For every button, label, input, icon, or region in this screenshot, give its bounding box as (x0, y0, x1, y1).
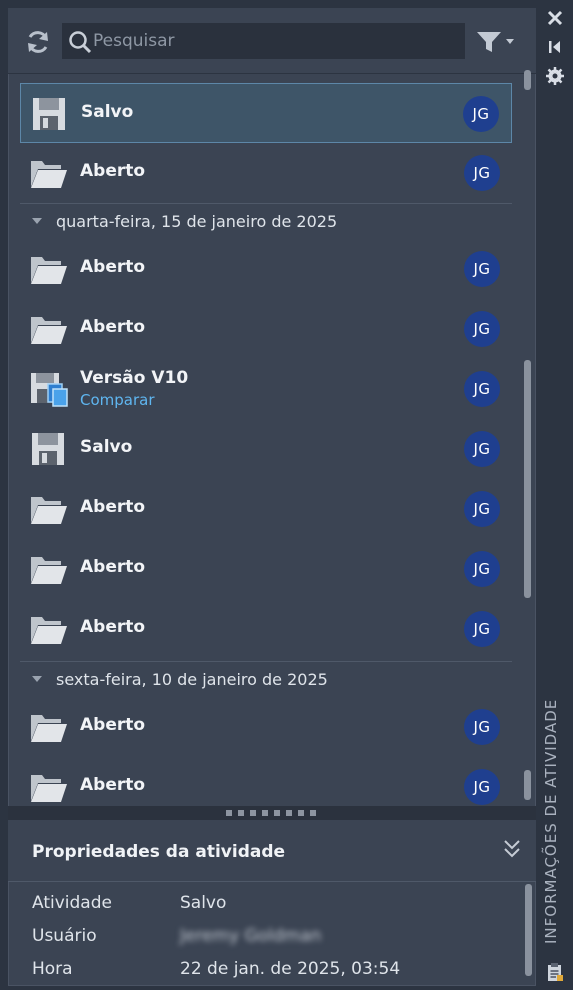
palette-title-strip: INFORMAÇÕES DE ATIVIDADE (538, 0, 573, 990)
date-label: sexta-feira, 10 de janeiro de 2025 (56, 670, 328, 689)
search-box[interactable] (62, 23, 465, 59)
list-item[interactable]: Aberto JG (20, 479, 512, 539)
properties-table: Atividade Salvo Usuário Jeremy Goldman H… (8, 883, 522, 986)
item-label: Aberto (80, 775, 146, 795)
scrollbar-segment[interactable] (524, 770, 531, 800)
list-scrollbar[interactable] (522, 70, 532, 806)
compare-link[interactable]: Comparar (80, 391, 155, 409)
scrollbar-segment[interactable] (524, 70, 531, 90)
double-chevron-down-icon[interactable] (502, 838, 522, 860)
item-label: Aberto (80, 497, 146, 517)
collapse-triangle-icon[interactable] (32, 218, 42, 224)
list-item[interactable]: Salvo JG (20, 419, 512, 479)
list-item[interactable]: Aberto JG (20, 757, 512, 805)
list-item[interactable]: Aberto JG (20, 599, 512, 659)
list-item[interactable]: Aberto JG (20, 143, 512, 203)
date-label: quarta-feira, 15 de janeiro de 2025 (56, 212, 338, 231)
panel-vertical-title: INFORMAÇÕES DE ATIVIDADE (542, 698, 560, 944)
avatar: JG (464, 491, 500, 527)
avatar: JG (464, 311, 500, 347)
avatar: JG (464, 551, 500, 587)
search-icon (69, 31, 92, 54)
list-item[interactable]: Salvo JG (20, 83, 512, 143)
avatar: JG (464, 709, 500, 745)
list-item[interactable]: Aberto JG (20, 697, 512, 757)
grip-dots (226, 810, 320, 816)
clipboard-icon[interactable] (545, 962, 565, 982)
item-label: Aberto (80, 617, 146, 637)
item-label: Aberto (80, 715, 146, 735)
avatar: JG (464, 431, 500, 467)
property-value: Salvo (180, 893, 227, 913)
list-item[interactable]: Aberto JG (20, 539, 512, 599)
property-value: 22 de jan. de 2025, 03:54 (180, 959, 401, 979)
collapse-triangle-icon[interactable] (32, 676, 42, 682)
item-label: Salvo (80, 437, 133, 457)
folder-open-icon (31, 715, 67, 742)
folder-open-icon (31, 617, 67, 644)
property-key: Hora (32, 959, 73, 979)
item-label: Aberto (80, 557, 146, 577)
date-group-header[interactable]: quarta-feira, 15 de janeiro de 2025 (20, 203, 512, 239)
folder-open-icon (31, 317, 67, 344)
folder-open-icon (31, 497, 67, 524)
folder-open-icon (31, 161, 67, 188)
refresh-icon[interactable] (24, 28, 52, 56)
avatar: JG (464, 611, 500, 647)
scrollbar-thumb[interactable] (525, 884, 532, 976)
avatar: JG (464, 155, 500, 191)
version-icon (31, 373, 68, 407)
list-item[interactable]: Versão V10 Comparar JG (20, 359, 512, 419)
filter-icon[interactable] (476, 30, 520, 54)
toolbar (8, 8, 536, 74)
folder-open-icon (31, 775, 67, 802)
item-label: Versão V10 (80, 368, 189, 388)
save-icon (33, 98, 65, 130)
avatar: JG (464, 769, 500, 805)
folder-open-icon (31, 557, 67, 584)
item-label: Aberto (80, 317, 146, 337)
properties-header[interactable]: Propriedades da atividade (8, 820, 536, 882)
properties-scrollbar[interactable] (524, 882, 533, 982)
property-key: Atividade (32, 893, 112, 913)
avatar: JG (464, 371, 500, 407)
close-icon[interactable] (545, 8, 565, 28)
auto-hide-icon[interactable] (545, 37, 565, 57)
avatar: JG (464, 251, 500, 287)
list-item[interactable]: Aberto JG (20, 239, 512, 299)
item-label: Salvo (81, 102, 134, 122)
activity-list: Salvo JG Aberto JG quarta-feira, 15 de j… (8, 75, 522, 805)
folder-open-icon (31, 257, 67, 284)
property-value: Jeremy Goldman (180, 926, 322, 946)
search-input[interactable] (93, 28, 453, 54)
list-item[interactable]: Aberto JG (20, 299, 512, 359)
settings-icon[interactable] (545, 66, 565, 86)
property-key: Usuário (32, 926, 97, 946)
date-group-header[interactable]: sexta-feira, 10 de janeiro de 2025 (20, 661, 512, 697)
item-label: Aberto (80, 257, 146, 277)
save-icon (32, 433, 64, 465)
avatar: JG (463, 96, 499, 132)
splitter-handle[interactable] (8, 806, 536, 820)
scrollbar-thumb[interactable] (524, 360, 531, 598)
properties-title: Propriedades da atividade (32, 842, 286, 862)
item-label: Aberto (80, 161, 146, 181)
